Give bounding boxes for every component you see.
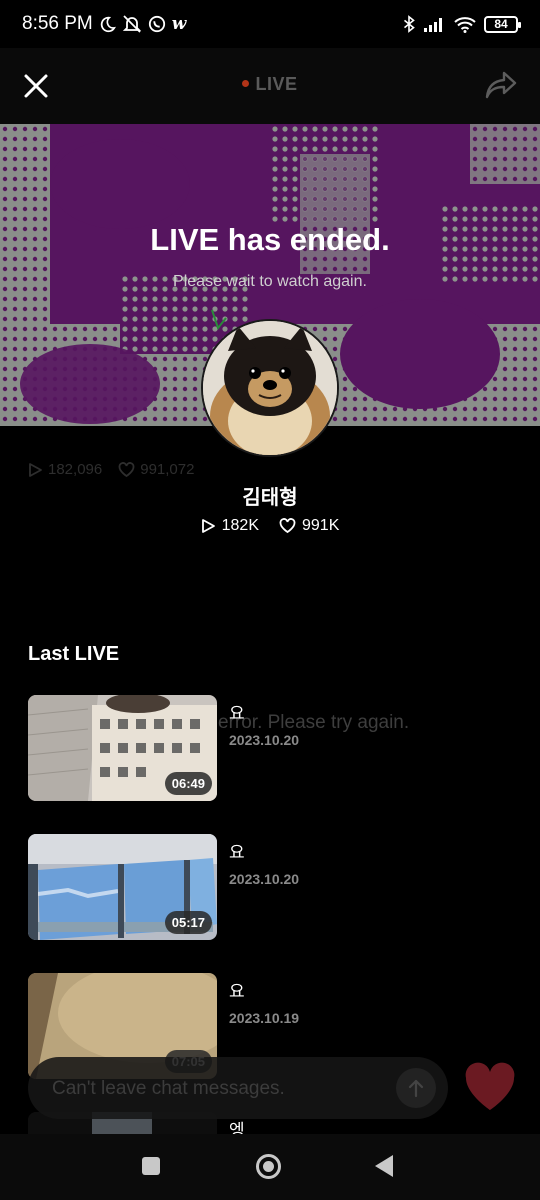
share-button[interactable] <box>484 70 518 100</box>
heart-outline-icon <box>118 461 135 477</box>
home-button[interactable] <box>256 1154 281 1179</box>
send-button[interactable] <box>396 1068 436 1108</box>
profile-likes: 991K <box>302 517 340 534</box>
battery-indicator: 84 <box>484 15 521 33</box>
profile-name: 김태형 <box>242 485 298 509</box>
video-date: 2023.10.19 <box>229 1010 300 1026</box>
list-item[interactable]: 06:49 요 2023.10.20 <box>28 695 513 801</box>
video-date: 2023.10.20 <box>229 732 300 748</box>
live-header: LIVE <box>0 74 540 95</box>
play-icon <box>201 519 215 533</box>
top-bar: LIVE <box>0 48 540 124</box>
wifi-icon <box>454 16 476 33</box>
share-icon <box>485 71 517 99</box>
list-item[interactable]: 05:17 요 2023.10.20 <box>28 834 513 940</box>
live-title-text: LIVE <box>255 74 298 94</box>
live-dot-icon <box>242 79 250 87</box>
back-button[interactable] <box>375 1155 393 1177</box>
background-views: 182,096 <box>48 461 103 478</box>
profile-views: 182K <box>221 517 259 534</box>
chat-input[interactable]: Can't leave chat messages. <box>28 1057 448 1119</box>
w-app-icon: w <box>171 14 187 34</box>
like-button[interactable] <box>462 1062 518 1114</box>
section-title-last-live: Last LIVE <box>28 643 120 665</box>
video-duration: 05:17 <box>164 911 212 934</box>
status-bar: 8:56 PM w 84 <box>0 0 540 48</box>
background-stats: 182,096 991,072 <box>28 461 194 478</box>
video-thumbnail[interactable]: 05:17 <box>28 834 217 940</box>
status-time: 8:56 PM <box>22 13 93 34</box>
system-nav-bar <box>0 1134 540 1200</box>
background-likes: 991,072 <box>140 461 195 478</box>
signal-icon <box>424 16 446 32</box>
profile-stats: 182K 991K <box>0 517 540 535</box>
play-icon <box>29 462 42 477</box>
dog-avatar-image <box>203 321 337 455</box>
heart-icon <box>465 1062 515 1110</box>
video-duration: 06:49 <box>164 772 212 795</box>
live-ended-subtitle: Please wait to watch again. <box>173 273 367 290</box>
chat-placeholder: Can't leave chat messages. <box>52 1078 285 1099</box>
recent-apps-button[interactable] <box>142 1157 160 1175</box>
heart-outline-icon <box>279 518 296 534</box>
video-thumbnail[interactable]: 06:49 <box>28 695 217 801</box>
bluetooth-icon <box>402 15 416 33</box>
moon-icon <box>99 16 116 33</box>
video-title: 요 <box>229 704 245 724</box>
arrow-up-icon <box>408 1079 424 1098</box>
video-title: 요 <box>229 843 245 863</box>
live-ended-title: LIVE has ended. <box>150 222 390 257</box>
whatsapp-icon <box>148 15 166 33</box>
video-title: 요 <box>229 982 245 1002</box>
video-date: 2023.10.20 <box>229 871 300 887</box>
avatar[interactable] <box>201 319 339 457</box>
bell-off-icon <box>122 14 142 34</box>
